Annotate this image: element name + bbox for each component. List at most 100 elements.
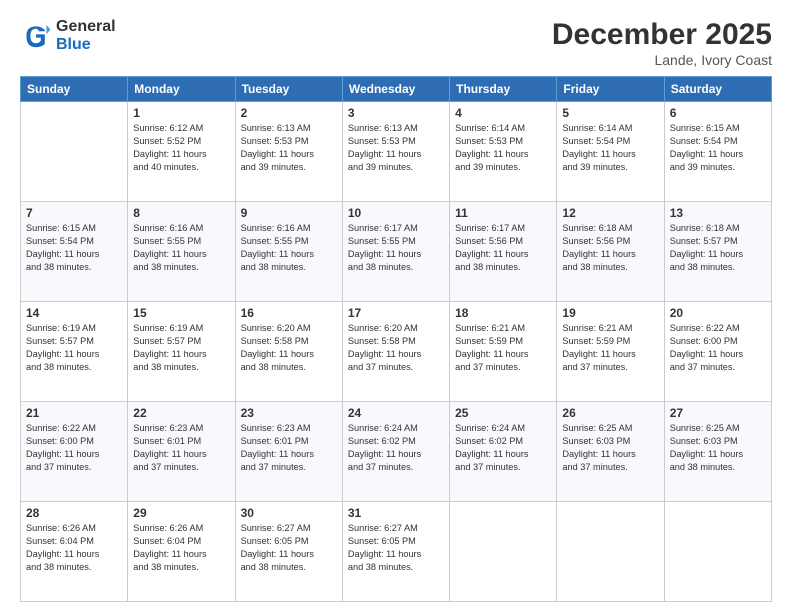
- day-info: Sunrise: 6:20 AMSunset: 5:58 PMDaylight:…: [241, 322, 337, 374]
- day-info: Sunrise: 6:17 AMSunset: 5:56 PMDaylight:…: [455, 222, 551, 274]
- day-info: Sunrise: 6:27 AMSunset: 6:05 PMDaylight:…: [348, 522, 444, 574]
- day-info: Sunrise: 6:19 AMSunset: 5:57 PMDaylight:…: [133, 322, 229, 374]
- day-number: 9: [241, 206, 337, 220]
- calendar-cell: 8 Sunrise: 6:16 AMSunset: 5:55 PMDaylight…: [128, 202, 235, 302]
- calendar-cell: [450, 502, 557, 602]
- calendar-cell: 23Sunrise: 6:23 AMSunset: 6:01 PMDayligh…: [235, 402, 342, 502]
- day-info: Sunrise: 6:12 AMSunset: 5:52 PMDaylight:…: [133, 122, 229, 174]
- weekday-header-thursday: Thursday: [450, 77, 557, 102]
- day-info: Sunrise: 6:24 AMSunset: 6:02 PMDaylight:…: [348, 422, 444, 474]
- calendar-cell: [664, 502, 771, 602]
- calendar-week-2: 7 Sunrise: 6:15 AMSunset: 5:54 PMDaylight…: [21, 202, 772, 302]
- calendar-cell: 17 Sunrise: 6:20 AMSunset: 5:58 PMDayligh…: [342, 302, 449, 402]
- day-info: Sunrise: 6:13 AMSunset: 5:53 PMDaylight:…: [241, 122, 337, 174]
- day-info: Sunrise: 6:25 AMSunset: 6:03 PMDaylight:…: [562, 422, 658, 474]
- day-number: 15: [133, 306, 229, 320]
- calendar-table: SundayMondayTuesdayWednesdayThursdayFrid…: [20, 76, 772, 602]
- day-info: Sunrise: 6:16 AMSunset: 5:55 PMDaylight:…: [133, 222, 229, 274]
- logo-general: General: [56, 18, 116, 36]
- day-info: Sunrise: 6:25 AMSunset: 6:03 PMDaylight:…: [670, 422, 766, 474]
- day-info: Sunrise: 6:21 AMSunset: 5:59 PMDaylight:…: [562, 322, 658, 374]
- day-number: 7: [26, 206, 122, 220]
- day-info: Sunrise: 6:26 AMSunset: 6:04 PMDaylight:…: [26, 522, 122, 574]
- calendar-cell: 11 Sunrise: 6:17 AMSunset: 5:56 PMDayligh…: [450, 202, 557, 302]
- calendar-week-3: 14 Sunrise: 6:19 AMSunset: 5:57 PMDayligh…: [21, 302, 772, 402]
- day-info: Sunrise: 6:14 AMSunset: 5:54 PMDaylight:…: [562, 122, 658, 174]
- calendar-cell: 20Sunrise: 6:22 AMSunset: 6:00 PMDayligh…: [664, 302, 771, 402]
- day-number: 14: [26, 306, 122, 320]
- day-number: 22: [133, 406, 229, 420]
- calendar-cell: 27Sunrise: 6:25 AMSunset: 6:03 PMDayligh…: [664, 402, 771, 502]
- day-info: Sunrise: 6:27 AMSunset: 6:05 PMDaylight:…: [241, 522, 337, 574]
- day-number: 29: [133, 506, 229, 520]
- day-number: 25: [455, 406, 551, 420]
- day-info: Sunrise: 6:21 AMSunset: 5:59 PMDaylight:…: [455, 322, 551, 374]
- calendar-week-1: 1Sunrise: 6:12 AMSunset: 5:52 PMDaylight…: [21, 102, 772, 202]
- calendar-cell: 21Sunrise: 6:22 AMSunset: 6:00 PMDayligh…: [21, 402, 128, 502]
- day-info: Sunrise: 6:26 AMSunset: 6:04 PMDaylight:…: [133, 522, 229, 574]
- day-number: 2: [241, 106, 337, 120]
- day-number: 18: [455, 306, 551, 320]
- day-number: 11: [455, 206, 551, 220]
- calendar-week-4: 21Sunrise: 6:22 AMSunset: 6:00 PMDayligh…: [21, 402, 772, 502]
- calendar-cell: 30 Sunrise: 6:27 AMSunset: 6:05 PMDayligh…: [235, 502, 342, 602]
- day-info: Sunrise: 6:15 AMSunset: 5:54 PMDaylight:…: [26, 222, 122, 274]
- calendar-cell: 29 Sunrise: 6:26 AMSunset: 6:04 PMDayligh…: [128, 502, 235, 602]
- day-info: Sunrise: 6:23 AMSunset: 6:01 PMDaylight:…: [241, 422, 337, 474]
- logo: General Blue: [20, 18, 116, 53]
- calendar-cell: 7 Sunrise: 6:15 AMSunset: 5:54 PMDaylight…: [21, 202, 128, 302]
- calendar-cell: 13Sunrise: 6:18 AMSunset: 5:57 PMDayligh…: [664, 202, 771, 302]
- calendar-cell: 1Sunrise: 6:12 AMSunset: 5:52 PMDaylight…: [128, 102, 235, 202]
- title-area: December 2025 Lande, Ivory Coast: [552, 18, 772, 68]
- day-number: 28: [26, 506, 122, 520]
- calendar-cell: [21, 102, 128, 202]
- day-number: 30: [241, 506, 337, 520]
- calendar-cell: 9 Sunrise: 6:16 AMSunset: 5:55 PMDaylight…: [235, 202, 342, 302]
- day-info: Sunrise: 6:13 AMSunset: 5:53 PMDaylight:…: [348, 122, 444, 174]
- day-info: Sunrise: 6:16 AMSunset: 5:55 PMDaylight:…: [241, 222, 337, 274]
- day-info: Sunrise: 6:17 AMSunset: 5:55 PMDaylight:…: [348, 222, 444, 274]
- calendar-cell: 18 Sunrise: 6:21 AMSunset: 5:59 PMDayligh…: [450, 302, 557, 402]
- day-number: 17: [348, 306, 444, 320]
- day-info: Sunrise: 6:15 AMSunset: 5:54 PMDaylight:…: [670, 122, 766, 174]
- day-number: 12: [562, 206, 658, 220]
- calendar-cell: 28 Sunrise: 6:26 AMSunset: 6:04 PMDayligh…: [21, 502, 128, 602]
- calendar-cell: 25Sunrise: 6:24 AMSunset: 6:02 PMDayligh…: [450, 402, 557, 502]
- calendar-cell: 31 Sunrise: 6:27 AMSunset: 6:05 PMDayligh…: [342, 502, 449, 602]
- calendar-cell: 16 Sunrise: 6:20 AMSunset: 5:58 PMDayligh…: [235, 302, 342, 402]
- day-info: Sunrise: 6:20 AMSunset: 5:58 PMDaylight:…: [348, 322, 444, 374]
- day-number: 5: [562, 106, 658, 120]
- calendar-cell: 26 Sunrise: 6:25 AMSunset: 6:03 PMDayligh…: [557, 402, 664, 502]
- day-number: 31: [348, 506, 444, 520]
- day-number: 16: [241, 306, 337, 320]
- logo-icon: [20, 20, 52, 52]
- calendar-cell: 2 Sunrise: 6:13 AMSunset: 5:53 PMDaylight…: [235, 102, 342, 202]
- day-number: 24: [348, 406, 444, 420]
- day-number: 6: [670, 106, 766, 120]
- day-number: 21: [26, 406, 122, 420]
- calendar-cell: 22 Sunrise: 6:23 AMSunset: 6:01 PMDayligh…: [128, 402, 235, 502]
- day-info: Sunrise: 6:23 AMSunset: 6:01 PMDaylight:…: [133, 422, 229, 474]
- page: General Blue December 2025 Lande, Ivory …: [0, 0, 792, 612]
- calendar-cell: 4Sunrise: 6:14 AMSunset: 5:53 PMDaylight…: [450, 102, 557, 202]
- day-number: 8: [133, 206, 229, 220]
- weekday-header-saturday: Saturday: [664, 77, 771, 102]
- calendar-cell: 15 Sunrise: 6:19 AMSunset: 5:57 PMDayligh…: [128, 302, 235, 402]
- calendar-cell: 12 Sunrise: 6:18 AMSunset: 5:56 PMDayligh…: [557, 202, 664, 302]
- weekday-header-sunday: Sunday: [21, 77, 128, 102]
- day-number: 19: [562, 306, 658, 320]
- day-number: 10: [348, 206, 444, 220]
- calendar-body: 1Sunrise: 6:12 AMSunset: 5:52 PMDaylight…: [21, 102, 772, 602]
- day-info: Sunrise: 6:19 AMSunset: 5:57 PMDaylight:…: [26, 322, 122, 374]
- weekday-header-row: SundayMondayTuesdayWednesdayThursdayFrid…: [21, 77, 772, 102]
- day-number: 26: [562, 406, 658, 420]
- day-number: 3: [348, 106, 444, 120]
- calendar-cell: 3 Sunrise: 6:13 AMSunset: 5:53 PMDaylight…: [342, 102, 449, 202]
- day-number: 20: [670, 306, 766, 320]
- logo-text: General Blue: [56, 18, 116, 53]
- day-info: Sunrise: 6:18 AMSunset: 5:56 PMDaylight:…: [562, 222, 658, 274]
- month-title: December 2025: [552, 18, 772, 52]
- day-info: Sunrise: 6:14 AMSunset: 5:53 PMDaylight:…: [455, 122, 551, 174]
- weekday-header-tuesday: Tuesday: [235, 77, 342, 102]
- header: General Blue December 2025 Lande, Ivory …: [20, 18, 772, 68]
